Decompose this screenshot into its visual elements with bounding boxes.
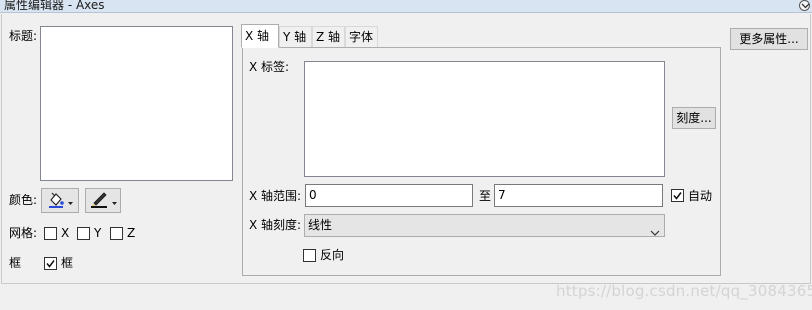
- reverse-label: 反向: [320, 248, 345, 262]
- tab-x-axis[interactable]: X 轴: [241, 24, 279, 48]
- title-label: 标题:: [9, 29, 38, 43]
- more-properties-button[interactable]: 更多属性...: [730, 28, 808, 50]
- box-checkbox[interactable]: [44, 257, 57, 270]
- box-checkbox-label: 框: [61, 256, 74, 270]
- color-label: 颜色:: [9, 193, 38, 207]
- auto-checkbox[interactable]: [671, 189, 684, 202]
- pen-icon: [89, 191, 109, 211]
- tab-font[interactable]: 字体: [345, 26, 378, 47]
- x-label-caption: X 标签:: [249, 60, 290, 74]
- x-label-textbox[interactable]: [304, 61, 665, 177]
- paint-bucket-icon: [47, 191, 65, 211]
- x-range-min-input[interactable]: 0: [305, 184, 473, 207]
- x-scale-value: 线性: [308, 218, 333, 232]
- chevron-down-circle-icon[interactable]: [799, 0, 810, 11]
- title-textbox[interactable]: [40, 26, 233, 181]
- grid-y-checkbox[interactable]: [77, 227, 90, 240]
- checkmark-icon: [46, 260, 55, 268]
- grid-z-label: Z: [127, 226, 136, 240]
- reverse-checkbox[interactable]: [303, 249, 316, 262]
- chevron-down-icon: [650, 222, 660, 242]
- grid-label: 网格:: [9, 226, 38, 240]
- grid-x-label: X: [61, 226, 70, 240]
- x-scale-select[interactable]: 线性: [304, 214, 665, 237]
- line-color-button[interactable]: [85, 188, 121, 213]
- x-range-max-input[interactable]: 7: [494, 184, 663, 207]
- grid-y-label: Y: [94, 226, 102, 240]
- grid-x-checkbox[interactable]: [44, 227, 57, 240]
- x-range-caption: X 轴范围:: [249, 189, 302, 203]
- range-to-label: 至: [479, 189, 492, 203]
- watermark: https://blog.csdn.net/qq_30843653: [556, 282, 812, 300]
- window-title-bar: 属性编辑器 - Axes: [0, 0, 812, 13]
- auto-label: 自动: [688, 189, 713, 203]
- chevron-down-icon: [112, 194, 117, 208]
- fill-color-button[interactable]: [41, 188, 79, 213]
- ticks-button[interactable]: 刻度...: [672, 107, 716, 129]
- tab-z-axis[interactable]: Z 轴: [312, 26, 345, 47]
- checkmark-icon: [673, 192, 682, 200]
- chevron-down-icon: [68, 194, 73, 208]
- grid-z-checkbox[interactable]: [110, 227, 123, 240]
- box-label: 框: [9, 256, 22, 270]
- tab-y-axis[interactable]: Y 轴: [279, 26, 312, 47]
- window-title: 属性编辑器 - Axes: [4, 0, 105, 12]
- x-scale-caption: X 轴刻度:: [249, 218, 302, 232]
